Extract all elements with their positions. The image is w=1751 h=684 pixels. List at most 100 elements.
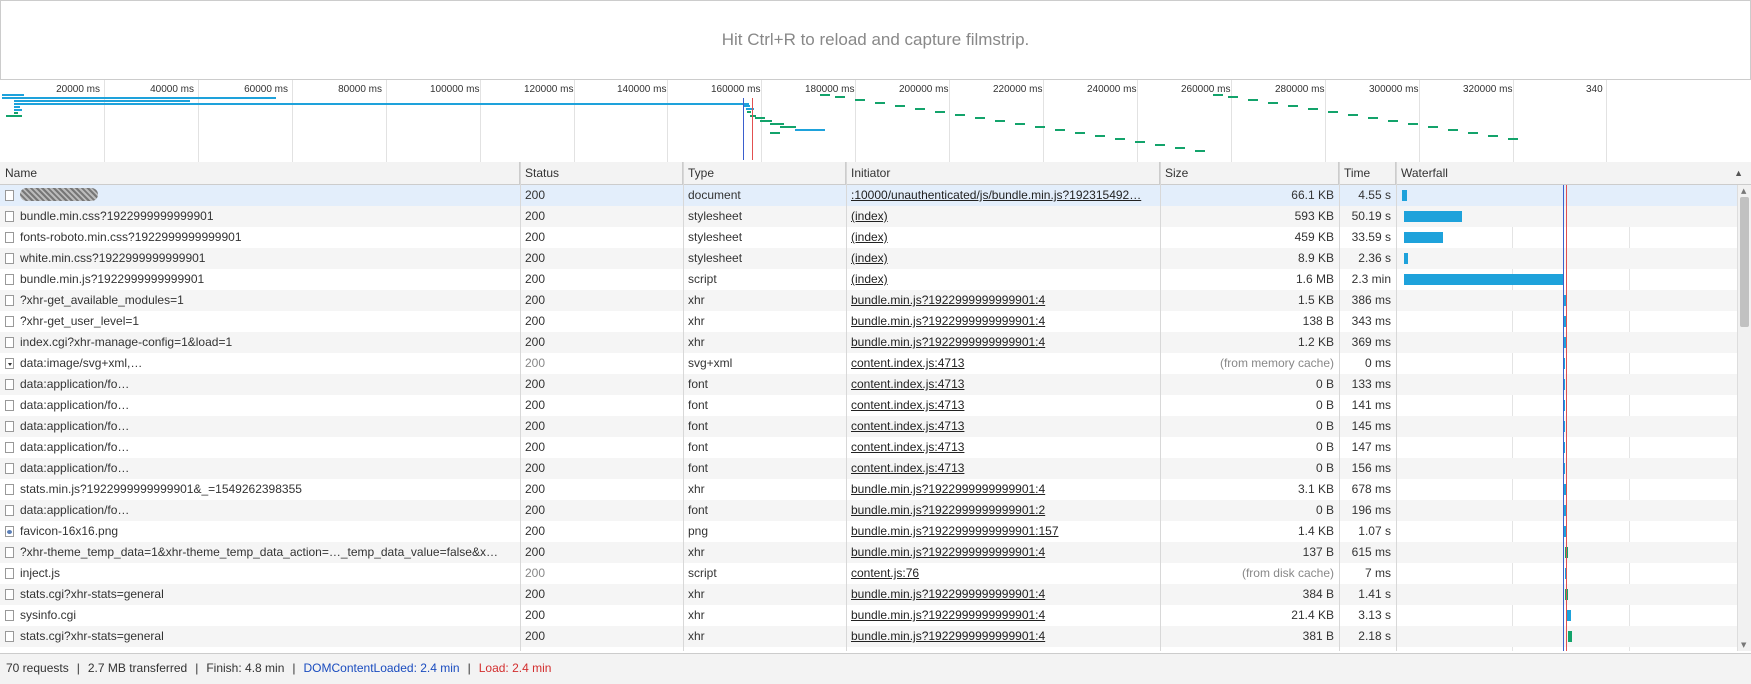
request-name-cell[interactable]: favicon-16x16.png (0, 521, 520, 542)
request-name-cell[interactable]: stats.cgi?xhr-stats=general (0, 626, 520, 647)
column-header-initiator[interactable]: Initiator (846, 162, 1160, 184)
request-time-cell: 2.18 s (1358, 629, 1391, 643)
table-row[interactable]: favicon-16x16.png 200 png bundle.min.js?192… (0, 521, 1737, 542)
table-row[interactable]: 200 document:10000/unauthenticated/js/bun… (0, 185, 1737, 206)
request-initiator-link[interactable]: :10000/unauthenticated/js/bundle.min.js?… (846, 185, 1160, 206)
request-initiator-link[interactable]: content.index.js:4713 (846, 353, 1160, 374)
request-name: stats.cgi?xhr-stats=general (20, 587, 164, 601)
request-initiator-link[interactable]: bundle.min.js?1922999999999901:2 (846, 500, 1160, 521)
sort-ascending-icon[interactable]: ▲ (1734, 162, 1743, 184)
column-header-time[interactable]: Time (1339, 162, 1396, 184)
table-row[interactable]: white.min.css?1922999999999901 200 stylesh… (0, 248, 1737, 269)
request-name-cell[interactable]: data:application/fo… (0, 500, 520, 521)
table-row[interactable]: ?xhr-get_available_modules=1 200 xhr bundle… (0, 290, 1737, 311)
table-row[interactable]: stats.cgi?xhr-stats=general 200 xhr bundle.… (0, 626, 1737, 647)
request-name-cell[interactable]: data:image/svg+xml,… (0, 353, 520, 374)
table-row[interactable]: data:application/fo… 200 font content.index… (0, 395, 1737, 416)
table-row[interactable]: stats.min.js?1922999999999901&_=15492623… (0, 479, 1737, 500)
table-row[interactable]: bundle.min.css?1922999999999901 200 styles… (0, 206, 1737, 227)
table-row[interactable]: data:application/fo… 200 font content.index… (0, 458, 1737, 479)
request-name-cell[interactable]: inject.js (0, 563, 520, 584)
scroll-thumb[interactable] (1740, 197, 1749, 327)
load-marker (1566, 185, 1567, 651)
request-name-cell[interactable]: ?xhr-get_user_level=1 (0, 311, 520, 332)
waterfall-bar[interactable] (1404, 211, 1462, 222)
table-row[interactable]: bundle.min.js?1922999999999901 200 script (… (0, 269, 1737, 290)
table-row[interactable]: data:application/fo… 200 font content.index… (0, 416, 1737, 437)
request-size-cell: 1.4 KB (1297, 524, 1334, 538)
request-name-cell[interactable]: ?xhr-theme_temp_data=1&xhr-theme_temp_da… (0, 542, 520, 563)
table-row[interactable]: inject.js 200 script content.js:76 (from dis… (0, 563, 1737, 584)
request-name-cell[interactable]: fonts-roboto.min.css?1922999999999901 (0, 227, 520, 248)
table-row[interactable]: data:application/fo… 200 font bundle.min.js… (0, 500, 1737, 521)
overview-request-bar (1015, 123, 1025, 125)
request-size-cell: 593 KB (1294, 209, 1334, 223)
request-name-cell[interactable]: data:application/fo… (0, 437, 520, 458)
table-row[interactable]: data:application/fo… 200 font content.index… (0, 374, 1737, 395)
request-initiator-link[interactable]: bundle.min.js?1922999999999901:4 (846, 479, 1160, 500)
table-row[interactable]: ?xhr-theme_temp_data=1&xhr-theme_temp_da… (0, 542, 1737, 563)
table-row[interactable]: data:image/svg+xml,… 200 svg+xml content.in… (0, 353, 1737, 374)
request-initiator-link[interactable]: content.index.js:4713 (846, 374, 1160, 395)
column-header-status[interactable]: Status (520, 162, 683, 184)
column-divider[interactable] (1160, 162, 1161, 651)
request-initiator-link[interactable]: (index) (846, 269, 1160, 290)
overview-request-bar (2, 94, 24, 96)
request-name-cell[interactable]: stats.min.js?1922999999999901&_=15492623… (0, 479, 520, 500)
table-row[interactable]: ?xhr-get_user_level=1 200 xhr bundle.min.js… (0, 311, 1737, 332)
request-initiator-link[interactable]: bundle.min.js?1922999999999901:4 (846, 290, 1160, 311)
waterfall-bar[interactable] (1404, 232, 1443, 243)
waterfall-bar[interactable] (1404, 253, 1408, 264)
request-initiator-link[interactable]: bundle.min.js?1922999999999901:4 (846, 626, 1160, 647)
request-initiator-link[interactable]: bundle.min.js?1922999999999901:4 (846, 311, 1160, 332)
scroll-up-icon[interactable]: ▲ (1741, 187, 1746, 195)
request-initiator-link[interactable]: content.index.js:4713 (846, 416, 1160, 437)
waterfall-bar[interactable] (1402, 190, 1407, 201)
column-divider[interactable] (1396, 162, 1397, 651)
timeline-overview[interactable]: 20000 ms 40000 ms 60000 ms 80000 ms 100000 m… (0, 79, 1751, 163)
request-name-cell[interactable]: stats.cgi?xhr-stats=general (0, 584, 520, 605)
table-row[interactable]: data:application/fo… 200 font content.index… (0, 437, 1737, 458)
request-initiator-link[interactable]: content.index.js:4713 (846, 458, 1160, 479)
request-initiator-link[interactable]: bundle.min.js?1922999999999901:4 (846, 332, 1160, 353)
request-name-cell[interactable]: bundle.min.css?1922999999999901 (0, 206, 520, 227)
request-initiator-link[interactable]: bundle.min.js?1922999999999901:4 (846, 605, 1160, 626)
request-initiator-link[interactable]: content.index.js:4713 (846, 437, 1160, 458)
waterfall-bar[interactable] (1568, 631, 1572, 642)
request-name-cell[interactable]: data:application/fo… (0, 395, 520, 416)
request-name-cell[interactable]: index.cgi?xhr-manage-config=1&load=1 (0, 332, 520, 353)
request-name-cell[interactable]: data:application/fo… (0, 458, 520, 479)
column-header-size[interactable]: Size (1160, 162, 1339, 184)
request-name-cell[interactable]: data:application/fo… (0, 374, 520, 395)
table-scrollbar[interactable]: ▲ ▼ (1737, 185, 1751, 651)
column-divider[interactable] (520, 162, 521, 651)
column-header-type[interactable]: Type (683, 162, 846, 184)
request-name-cell[interactable]: white.min.css?1922999999999901 (0, 248, 520, 269)
column-divider[interactable] (1339, 162, 1340, 651)
table-row[interactable]: stats.cgi?xhr-stats=general 200 xhr bundle.… (0, 584, 1737, 605)
table-row[interactable]: fonts-roboto.min.css?1922999999999901 200… (0, 227, 1737, 248)
request-name-cell[interactable]: ?xhr-get_available_modules=1 (0, 290, 520, 311)
request-name-cell[interactable]: sysinfo.cgi (0, 605, 520, 626)
table-row[interactable]: index.cgi?xhr-manage-config=1&load=1 200 x… (0, 332, 1737, 353)
waterfall-bar[interactable] (1404, 274, 1563, 285)
request-initiator-link[interactable]: content.index.js:4713 (846, 395, 1160, 416)
request-initiator-link[interactable]: bundle.min.js?1922999999999901:157 (846, 521, 1160, 542)
column-divider[interactable] (683, 162, 684, 651)
request-initiator-link[interactable]: bundle.min.js?1922999999999901:4 (846, 584, 1160, 605)
request-name-cell[interactable] (0, 185, 520, 206)
column-header-waterfall[interactable]: Waterfall ▲ (1396, 162, 1751, 184)
column-header-name[interactable]: Name (0, 162, 520, 184)
request-initiator-link[interactable]: bundle.min.js?1922999999999901:4 (846, 542, 1160, 563)
scroll-down-icon[interactable]: ▼ (1741, 641, 1746, 649)
request-name-cell[interactable]: bundle.min.js?1922999999999901 (0, 269, 520, 290)
request-initiator-link[interactable]: (index) (846, 206, 1160, 227)
request-initiator-link[interactable]: (index) (846, 248, 1160, 269)
request-initiator-link[interactable]: content.js:76 (846, 563, 1160, 584)
request-initiator-link[interactable]: (index) (846, 227, 1160, 248)
request-name-cell[interactable]: data:application/fo… (0, 416, 520, 437)
table-row[interactable]: sysinfo.cgi 200 xhr bundle.min.js?192299999… (0, 605, 1737, 626)
column-divider[interactable] (846, 162, 847, 651)
request-size-cell: 8.9 KB (1297, 251, 1334, 265)
request-table[interactable]: 200 document:10000/unauthenticated/js/bun… (0, 185, 1737, 651)
